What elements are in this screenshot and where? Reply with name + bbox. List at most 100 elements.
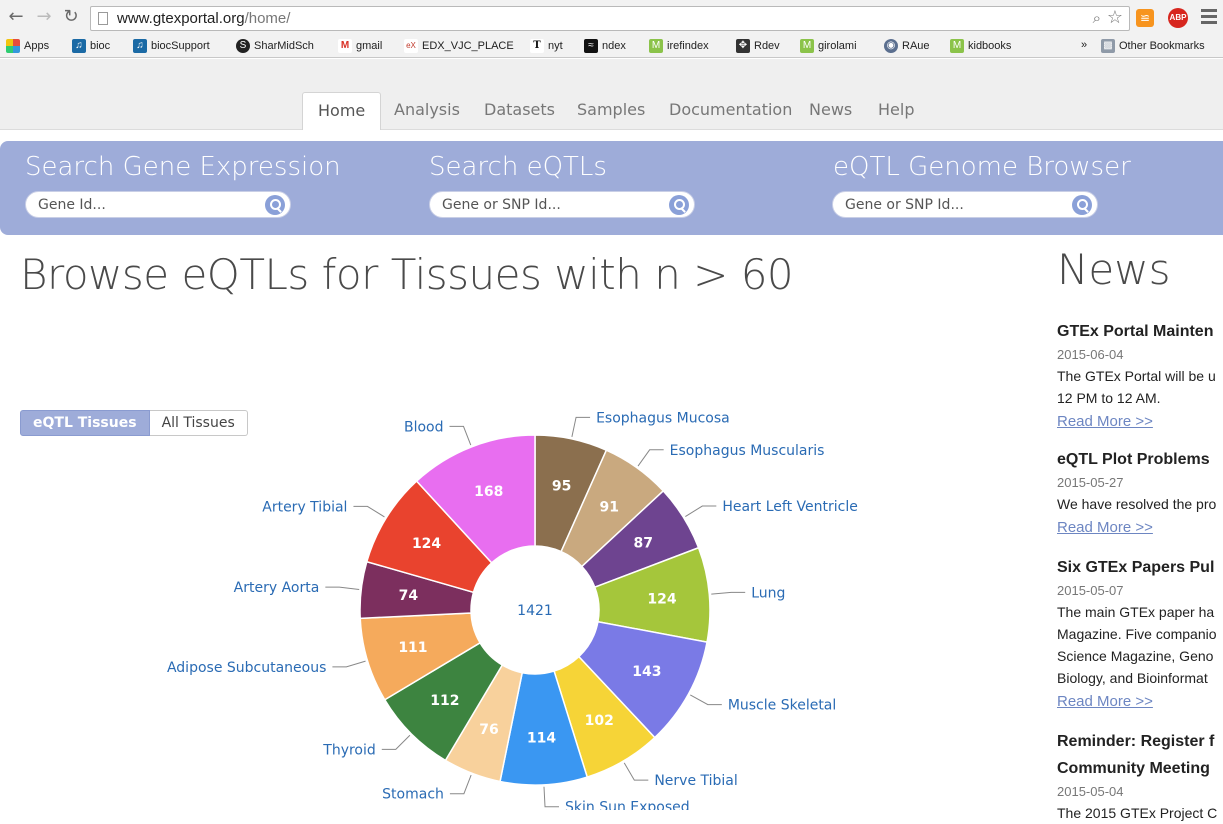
tab-help[interactable]: Help [863,92,929,130]
bookmark-sharmidsch[interactable]: S SharMidSch [236,39,314,53]
search-band: Search Gene Expression Search eQTLs eQTL… [0,141,1223,235]
news-item: GTEx Portal Mainten 2015-06-04 The GTEx … [1057,318,1223,435]
irefindex-icon: M [649,39,663,53]
url-text[interactable]: www.gtexportal.org/home/ [117,10,290,27]
genome-browser-title: eQTL Genome Browser [833,152,1131,182]
slice-tissue-label[interactable]: Blood [404,419,444,435]
bookmark-raue[interactable]: ◉ RAue [884,39,930,53]
zoom-icon[interactable]: ⌕ [1093,9,1101,27]
slice-leader-line [711,591,746,595]
eqtl-input[interactable] [442,196,662,214]
edx-icon: eX [404,39,418,53]
slice-tissue-label[interactable]: Thyroid [322,742,376,758]
rdev-icon: ✥ [736,39,750,53]
tab-home[interactable]: Home [302,92,382,130]
bioc-icon: ♫ [72,39,86,53]
search-icon[interactable] [1072,195,1092,215]
other-bookmarks[interactable]: ▩ Other Bookmarks [1101,39,1205,53]
donut-center-total: 1421 [517,603,553,619]
slice-tissue-label[interactable]: Stomach [382,787,444,803]
address-bar[interactable]: www.gtexportal.org/home/ ⌕ ☆ [90,6,1130,31]
adblock-icon[interactable]: ABP [1168,8,1188,28]
bookmark-biocsupport[interactable]: ♫ biocSupport [133,39,210,53]
slice-leader-line [685,505,717,518]
news-body-line: 12 PM to 12 AM. [1057,390,1161,406]
girolami-icon: M [800,39,814,53]
tab-samples[interactable]: Samples [562,92,660,130]
read-more-link[interactable]: Read More >> [1057,409,1223,435]
bookmark-nyt[interactable]: Tnyt [530,39,563,53]
bioc-support-icon: ♫ [133,39,147,53]
slice-value-label: 74 [399,588,419,604]
bookmark-star-icon[interactable]: ☆ [1107,7,1123,28]
tab-analysis[interactable]: Analysis [379,92,475,130]
news-body-line: The GTEx Portal will be u [1057,368,1216,384]
news-title: eQTL Plot Problems [1057,451,1210,468]
slice-value-label: 168 [474,484,503,500]
bookmark-kidbooks[interactable]: Mkidbooks [950,39,1011,53]
reload-icon[interactable]: ↻ [61,7,81,27]
tab-documentation[interactable]: Documentation [654,92,807,130]
slice-tissue-label[interactable]: Lung [751,585,785,601]
bookmark-bioc[interactable]: ♫ bioc [72,39,110,53]
slice-tissue-label[interactable]: Esophagus Muscularis [670,443,825,459]
read-more-link[interactable]: Read More >> [1057,515,1223,541]
slice-leader-line [449,774,472,795]
news-title: Reminder: Register f [1057,733,1215,750]
tab-datasets[interactable]: Datasets [469,92,570,130]
tab-news[interactable]: News [794,92,867,130]
slice-value-label: 124 [647,592,676,608]
slice-tissue-label[interactable]: Esophagus Mucosa [596,410,730,426]
slice-tissue-label[interactable]: Artery Tibial [262,499,347,515]
genome-browser-search [832,191,1098,218]
search-gene-expression-title: Search Gene Expression [25,152,341,182]
page-title: Browse eQTLs for Tissues with n > 60 [20,250,794,299]
news-item: Reminder: Register f Community Meeting 2… [1057,728,1223,824]
slice-tissue-label[interactable]: Skin Sun Exposed [565,800,690,810]
eqtl-tissues-button[interactable]: eQTL Tissues [20,410,150,436]
news-title-line2: Community Meeting [1057,760,1210,777]
news-date: 2015-05-07 [1057,583,1124,598]
bookmark-edx[interactable]: eX EDX_VJC_PLACE [404,39,514,53]
more-bookmarks-chevron[interactable]: » [1081,39,1087,51]
slice-leader-line [543,786,560,808]
search-icon[interactable] [265,195,285,215]
slice-value-label: 112 [430,693,459,709]
news-heading: News [1057,245,1171,294]
slice-value-label: 95 [552,478,571,494]
bookmarks-bar: Apps ♫ bioc ♫ biocSupport S SharMidSch Mgma… [0,36,1223,58]
news-date: 2015-06-04 [1057,347,1124,362]
slice-tissue-label[interactable]: Adipose Subcutaneous [167,660,326,676]
slice-tissue-label[interactable]: Muscle Skeletal [728,698,836,714]
slice-tissue-label[interactable]: Artery Aorta [234,580,320,596]
folder-icon: ▩ [1101,39,1115,53]
bookmark-apps[interactable]: Apps [6,39,49,53]
rss-icon[interactable]: ≌ [1136,9,1154,27]
bookmark-gmail[interactable]: Mgmail [338,39,382,53]
genome-browser-input[interactable] [845,196,1065,214]
site-header: Home Analysis Datasets Samples Documenta… [0,59,1223,130]
slice-value-label: 143 [632,664,661,680]
bookmark-irefindex[interactable]: Mirefindex [649,39,709,53]
slice-leader-line [449,425,472,446]
back-icon[interactable]: ← [6,7,26,27]
slice-leader-line [332,660,366,668]
slice-tissue-label[interactable]: Nerve Tibial [654,773,737,789]
slice-leader-line [637,449,664,467]
bookmark-girolami[interactable]: Mgirolami [800,39,857,53]
news-body-line: Science Magazine, Geno [1057,648,1214,664]
bookmark-rdev[interactable]: ✥ Rdev [736,39,780,53]
news-item: Six GTEx Papers Pul 2015-05-07 The main … [1057,554,1223,715]
news-body-line: The main GTEx paper ha [1057,604,1215,620]
search-icon[interactable] [669,195,689,215]
bookmark-ndex[interactable]: ≈ ndex [584,39,626,53]
news-title: Six GTEx Papers Pul [1057,559,1215,576]
gmail-icon: M [338,39,352,53]
gene-expression-input[interactable] [38,196,258,214]
slice-tissue-label[interactable]: Heart Left Ventricle [722,499,858,515]
gene-expression-search [25,191,291,218]
menu-icon[interactable] [1201,9,1217,27]
read-more-link[interactable]: Read More >> [1057,689,1223,715]
browser-toolbar: ← → ↻ www.gtexportal.org/home/ ⌕ ☆ ≌ ABP [0,0,1223,36]
forward-icon[interactable]: → [34,7,54,27]
